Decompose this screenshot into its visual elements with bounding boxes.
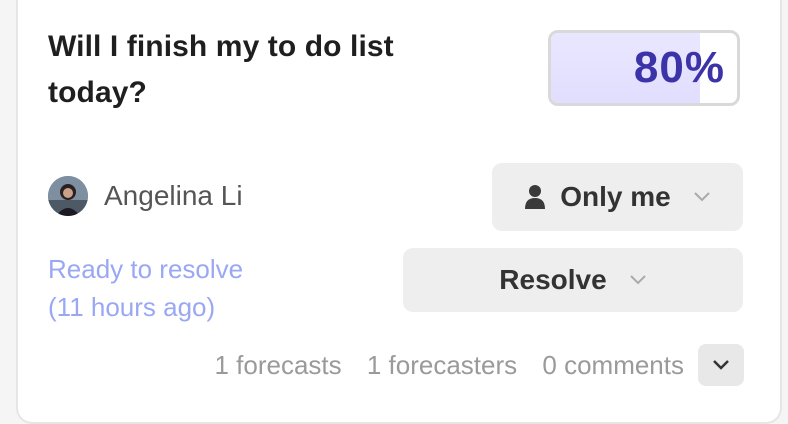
avatar-image [48, 176, 88, 216]
author[interactable]: Angelina Li [48, 176, 243, 216]
status-text: Ready to resolve [48, 254, 244, 284]
visibility-dropdown[interactable]: Only me [492, 163, 743, 231]
avatar [48, 176, 88, 216]
chevron-down-icon [694, 192, 710, 202]
expand-button[interactable] [698, 344, 744, 386]
resolve-label: Resolve [499, 264, 607, 295]
probability-value: 80% [633, 43, 725, 92]
status-time: (11 hours ago) [48, 292, 216, 322]
visibility-label: Only me [560, 181, 671, 212]
author-name: Angelina Li [104, 180, 243, 211]
market-card: Will I finish my to do list today? 80% A… [16, 0, 782, 424]
resolve-dropdown[interactable]: Resolve [403, 248, 743, 312]
chevron-down-icon [629, 275, 646, 285]
question-title[interactable]: Will I finish my to do list today? [48, 24, 488, 116]
resolve-status: Ready to resolve (11 hours ago) [48, 250, 243, 326]
forecasts-count: 1 forecasts [214, 350, 342, 380]
chevron-down-icon [713, 360, 729, 370]
forecasters-count: 1 forecasters [366, 350, 518, 380]
probability-box[interactable]: 80% [548, 30, 740, 106]
market-stats: 1 forecasts 1 forecasters 0 comments [214, 350, 684, 381]
user-icon [525, 185, 546, 209]
comments-count[interactable]: 0 comments [542, 350, 684, 380]
